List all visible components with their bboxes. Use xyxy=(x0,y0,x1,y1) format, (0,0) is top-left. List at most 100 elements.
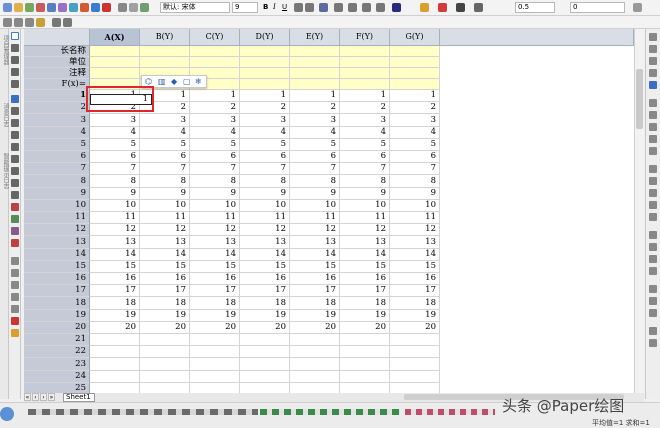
notes-icon[interactable] xyxy=(58,3,67,12)
data-cell[interactable]: 7 xyxy=(340,163,390,175)
data-cell[interactable]: 13 xyxy=(90,236,140,249)
data-cell[interactable]: 14 xyxy=(140,249,190,261)
meta-cell[interactable] xyxy=(390,46,440,57)
data-cell[interactable]: 11 xyxy=(390,212,440,224)
data-cell[interactable]: 18 xyxy=(190,297,240,310)
data-cell[interactable]: 3 xyxy=(340,114,390,127)
row-header[interactable]: 17 xyxy=(24,285,90,297)
comment-icon[interactable]: ▢ xyxy=(183,77,191,87)
insert-graph-icon[interactable] xyxy=(11,257,19,265)
data-cell[interactable] xyxy=(390,383,440,393)
pen-icon[interactable] xyxy=(36,18,45,27)
data-cell[interactable]: 3 xyxy=(90,114,140,127)
data-cell[interactable] xyxy=(390,358,440,371)
data-cell[interactable]: 1 xyxy=(290,90,340,102)
data-cell[interactable]: 11 xyxy=(290,212,340,224)
column-header[interactable]: G(Y) xyxy=(390,29,440,46)
data-cell[interactable]: 17 xyxy=(240,285,290,297)
data-cell[interactable]: 19 xyxy=(140,310,190,322)
legend-icon[interactable] xyxy=(649,81,657,89)
data-cell[interactable]: 12 xyxy=(240,224,290,236)
data-cell[interactable]: 2 xyxy=(340,102,390,114)
select-all-corner[interactable] xyxy=(24,29,90,46)
row-header[interactable]: 15 xyxy=(24,261,90,273)
column-header[interactable]: B(Y) xyxy=(140,29,190,46)
rescale-icon[interactable] xyxy=(649,33,657,41)
data-cell[interactable]: 4 xyxy=(190,127,240,139)
data-cell[interactable]: 4 xyxy=(240,127,290,139)
align-left-icon[interactable] xyxy=(649,165,657,173)
zoom-in-icon[interactable] xyxy=(649,45,657,53)
insert-equation-icon[interactable] xyxy=(11,281,19,289)
function-icon[interactable] xyxy=(80,3,89,12)
meta-cell[interactable] xyxy=(340,68,390,79)
last-sheet-button[interactable]: » xyxy=(48,393,55,401)
data-cell[interactable] xyxy=(240,346,290,358)
meta-row-label[interactable]: 单位 xyxy=(24,57,90,68)
data-cell[interactable]: 18 xyxy=(140,297,190,310)
font-color-icon[interactable] xyxy=(392,3,401,12)
data-cell[interactable]: 13 xyxy=(340,236,390,249)
data-cell[interactable] xyxy=(190,334,240,346)
data-cell[interactable]: 19 xyxy=(290,310,340,322)
data-cell[interactable]: 9 xyxy=(190,188,240,200)
data-cell[interactable] xyxy=(340,371,390,383)
meta-cell[interactable] xyxy=(90,68,140,79)
meta-cell[interactable] xyxy=(340,79,390,90)
row-header[interactable]: 12 xyxy=(24,224,90,236)
data-cell[interactable]: 13 xyxy=(290,236,340,249)
data-cell[interactable]: 7 xyxy=(390,163,440,175)
print-icon[interactable] xyxy=(63,18,72,27)
data-cell[interactable]: 8 xyxy=(340,175,390,188)
italic-button[interactable]: I xyxy=(273,3,276,12)
data-cell[interactable] xyxy=(240,358,290,371)
data-cell[interactable]: 9 xyxy=(140,188,190,200)
data-cell[interactable]: 19 xyxy=(340,310,390,322)
pointer-icon[interactable] xyxy=(11,32,19,40)
data-cell[interactable]: 10 xyxy=(140,200,190,212)
data-cell[interactable]: 8 xyxy=(240,175,290,188)
data-cell[interactable] xyxy=(240,334,290,346)
back-icon[interactable] xyxy=(649,267,657,275)
arrow-left-icon[interactable] xyxy=(3,18,12,27)
data-cell[interactable]: 20 xyxy=(190,322,240,334)
search-icon[interactable] xyxy=(0,407,14,421)
meta-row-label[interactable]: 注释 xyxy=(24,68,90,79)
data-cell[interactable]: 6 xyxy=(340,151,390,163)
align-top-icon[interactable] xyxy=(649,189,657,197)
first-sheet-button[interactable]: « xyxy=(24,393,31,401)
data-cell[interactable]: 19 xyxy=(390,310,440,322)
layer-icon[interactable] xyxy=(649,99,657,107)
data-cell[interactable] xyxy=(290,358,340,371)
arrange-tools-icons[interactable] xyxy=(405,409,495,415)
data-cell[interactable]: 6 xyxy=(390,151,440,163)
row-header[interactable]: 5 xyxy=(24,139,90,151)
mask-icon[interactable] xyxy=(11,215,19,223)
curved-arrow-icon[interactable] xyxy=(11,155,19,163)
data-cell[interactable]: 14 xyxy=(240,249,290,261)
row-header[interactable]: 1 xyxy=(24,90,90,102)
data-cell[interactable]: 6 xyxy=(290,151,340,163)
meta-cell[interactable] xyxy=(140,46,190,57)
data-cell[interactable]: 16 xyxy=(240,273,290,285)
width-icon[interactable] xyxy=(649,327,657,335)
align-right-icon[interactable] xyxy=(649,177,657,185)
data-cell[interactable]: 4 xyxy=(140,127,190,139)
data-cell[interactable]: 1 xyxy=(240,90,290,102)
data-cell[interactable] xyxy=(340,334,390,346)
record-icon[interactable] xyxy=(102,3,111,12)
data-cell[interactable]: 6 xyxy=(140,151,190,163)
data-cell[interactable] xyxy=(240,371,290,383)
data-cell[interactable]: 9 xyxy=(290,188,340,200)
data-cell[interactable]: 17 xyxy=(90,285,140,297)
plot-tools-icons[interactable] xyxy=(28,409,258,415)
table-icon[interactable] xyxy=(649,147,657,155)
data-cell[interactable]: 6 xyxy=(90,151,140,163)
data-cell[interactable]: 10 xyxy=(340,200,390,212)
screen-reader-icon[interactable] xyxy=(11,95,19,103)
data-cell[interactable]: 10 xyxy=(390,200,440,212)
underline-button[interactable]: U xyxy=(282,3,287,12)
zoom-icon[interactable] xyxy=(11,44,19,52)
timestamp-icon[interactable] xyxy=(649,135,657,143)
data-cell[interactable]: 1 xyxy=(390,90,440,102)
